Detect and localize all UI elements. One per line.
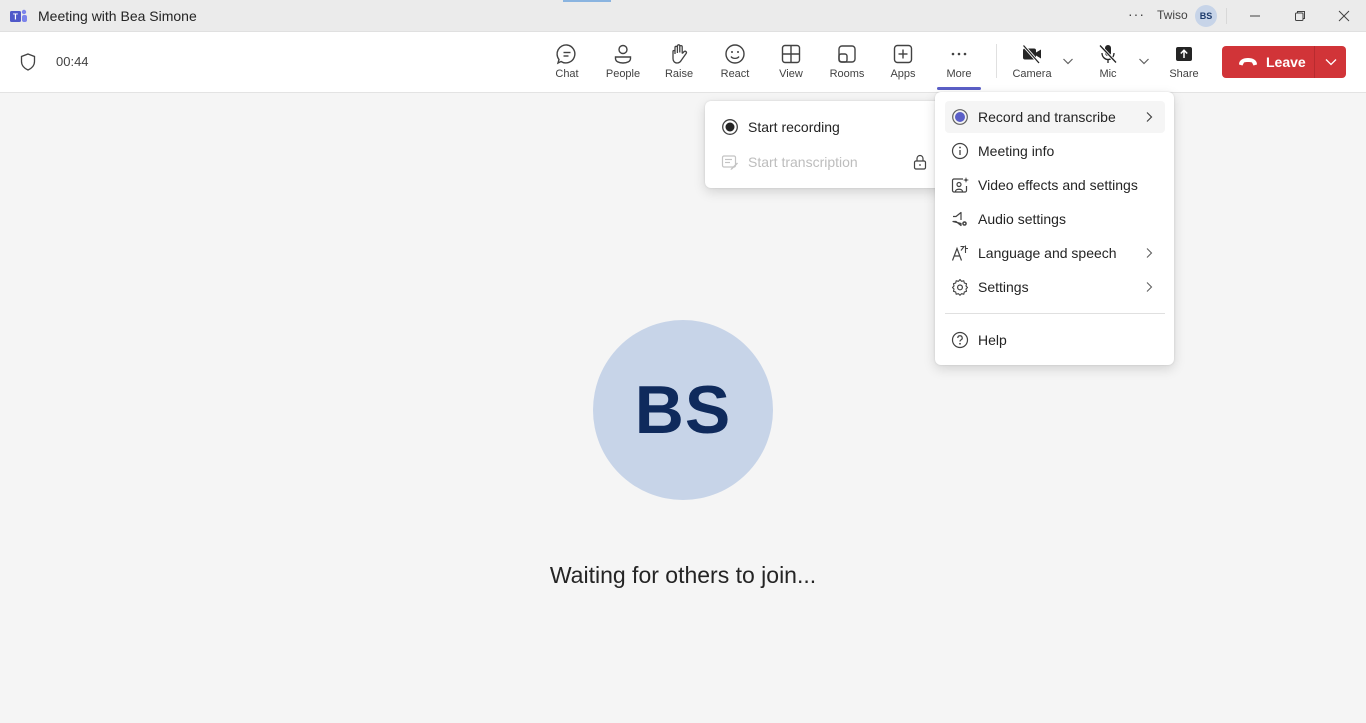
window-title: Meeting with Bea Simone <box>38 8 197 24</box>
leave-label: Leave <box>1266 54 1306 70</box>
chat-button[interactable]: Chat <box>539 40 595 86</box>
chevron-right-icon <box>1146 282 1153 292</box>
start-transcription-item: Start transcription <box>715 146 935 178</box>
transcript-icon <box>721 155 738 170</box>
chat-label: Chat <box>555 68 579 80</box>
more-options-menu: Record and transcribe Meeting info Video… <box>935 92 1174 365</box>
view-button[interactable]: View <box>763 40 819 86</box>
share-button[interactable]: Share <box>1156 40 1212 86</box>
meeting-timer: 00:44 <box>56 54 89 69</box>
user-avatar[interactable]: BS <box>1195 5 1217 27</box>
chevron-right-icon <box>1146 248 1153 258</box>
more-label: More <box>946 68 972 80</box>
menu-item-label: Record and transcribe <box>978 109 1116 125</box>
active-tab-indicator <box>937 87 981 90</box>
chat-icon <box>556 44 576 65</box>
view-label: View <box>779 68 803 80</box>
lock-icon <box>913 154 927 170</box>
raise-label: Raise <box>664 68 694 80</box>
leave-button[interactable]: Leave <box>1222 46 1314 78</box>
shield-icon[interactable] <box>20 53 36 71</box>
waiting-status-text: Waiting for others to join... <box>549 562 817 588</box>
restore-button[interactable] <box>1278 0 1322 32</box>
camera-off-icon <box>1022 44 1041 64</box>
mic-options-chevron-icon[interactable] <box>1137 54 1151 68</box>
info-icon <box>951 142 969 160</box>
share-icon <box>1176 47 1192 61</box>
audio-settings-icon <box>952 211 967 227</box>
more-icon <box>951 52 967 56</box>
rooms-label: Rooms <box>829 68 865 80</box>
help-icon <box>951 331 969 349</box>
gear-icon <box>951 278 969 296</box>
menu-item-label: Video effects and settings <box>978 177 1138 193</box>
record-transcribe-submenu: Start recording Start transcription <box>705 101 944 188</box>
plus-box-icon <box>893 44 913 64</box>
participant-initials: BS <box>634 372 732 448</box>
menu-item-label: Audio settings <box>978 211 1066 227</box>
close-icon <box>1338 10 1350 22</box>
menu-item-meeting-info[interactable]: Meeting info <box>945 135 1165 167</box>
start-recording-label: Start recording <box>748 119 840 135</box>
share-label: Share <box>1169 68 1199 80</box>
people-button[interactable]: People <box>595 40 651 86</box>
grid-icon <box>781 44 801 64</box>
camera-button[interactable]: Camera <box>1004 40 1060 86</box>
minimize-button[interactable] <box>1233 0 1277 32</box>
camera-label: Camera <box>1012 68 1052 80</box>
menu-item-label: Settings <box>978 279 1029 295</box>
user-initials: BS <box>1199 11 1213 21</box>
language-icon <box>951 245 968 261</box>
svg-text:T: T <box>13 13 18 22</box>
rooms-button[interactable]: Rooms <box>819 40 875 86</box>
camera-options-chevron-icon[interactable] <box>1061 54 1075 68</box>
participant-avatar: BS <box>593 320 773 500</box>
hang-up-icon <box>1239 58 1257 66</box>
menu-item-label: Help <box>978 332 1007 348</box>
hand-icon <box>672 44 688 64</box>
toolbar-divider <box>996 44 997 78</box>
chevron-down-icon <box>1325 59 1336 66</box>
restore-icon <box>1295 11 1305 21</box>
title-bar: T Meeting with Bea Simone ··· Twiso BS <box>0 0 1366 32</box>
raise-hand-button[interactable]: Raise <box>651 40 707 86</box>
menu-item-audio-settings[interactable]: Audio settings <box>945 203 1165 235</box>
meeting-toolbar: 00:44 Chat People Raise React View Rooms… <box>0 32 1366 93</box>
more-options-icon[interactable]: ··· <box>1128 6 1145 22</box>
video-effects-icon <box>951 177 969 193</box>
apps-button[interactable]: Apps <box>875 40 931 86</box>
teams-logo-icon: T <box>10 9 27 22</box>
apps-label: Apps <box>890 68 916 80</box>
mic-off-icon <box>1098 44 1118 64</box>
start-recording-item[interactable]: Start recording <box>715 111 935 143</box>
react-button[interactable]: React <box>707 40 763 86</box>
close-button[interactable] <box>1322 0 1366 32</box>
menu-item-label: Language and speech <box>978 245 1117 261</box>
menu-item-video-effects[interactable]: Video effects and settings <box>945 169 1165 201</box>
menu-divider <box>945 313 1165 314</box>
start-transcription-label: Start transcription <box>748 154 858 170</box>
mic-label: Mic <box>1099 68 1117 80</box>
smile-icon <box>725 44 745 64</box>
minimize-icon <box>1250 15 1260 17</box>
org-name[interactable]: Twiso <box>1157 8 1188 22</box>
tab-indicator <box>563 0 611 2</box>
people-icon <box>614 44 632 64</box>
menu-item-settings[interactable]: Settings <box>945 271 1165 303</box>
record-icon <box>722 119 738 135</box>
mic-button[interactable]: Mic <box>1080 40 1136 86</box>
menu-item-label: Meeting info <box>978 143 1055 159</box>
menu-item-language-and-speech[interactable]: Language and speech <box>945 237 1165 269</box>
record-icon <box>952 109 968 125</box>
people-label: People <box>605 68 641 80</box>
more-button[interactable]: More <box>931 40 987 86</box>
leave-button-group: Leave <box>1222 46 1346 78</box>
chevron-right-icon <box>1146 112 1153 122</box>
title-divider <box>1226 8 1227 24</box>
menu-item-help[interactable]: Help <box>945 324 1165 356</box>
leave-options-button[interactable] <box>1315 46 1346 78</box>
rooms-icon <box>838 45 856 63</box>
menu-item-record-and-transcribe[interactable]: Record and transcribe <box>945 101 1165 133</box>
react-label: React <box>720 68 750 80</box>
